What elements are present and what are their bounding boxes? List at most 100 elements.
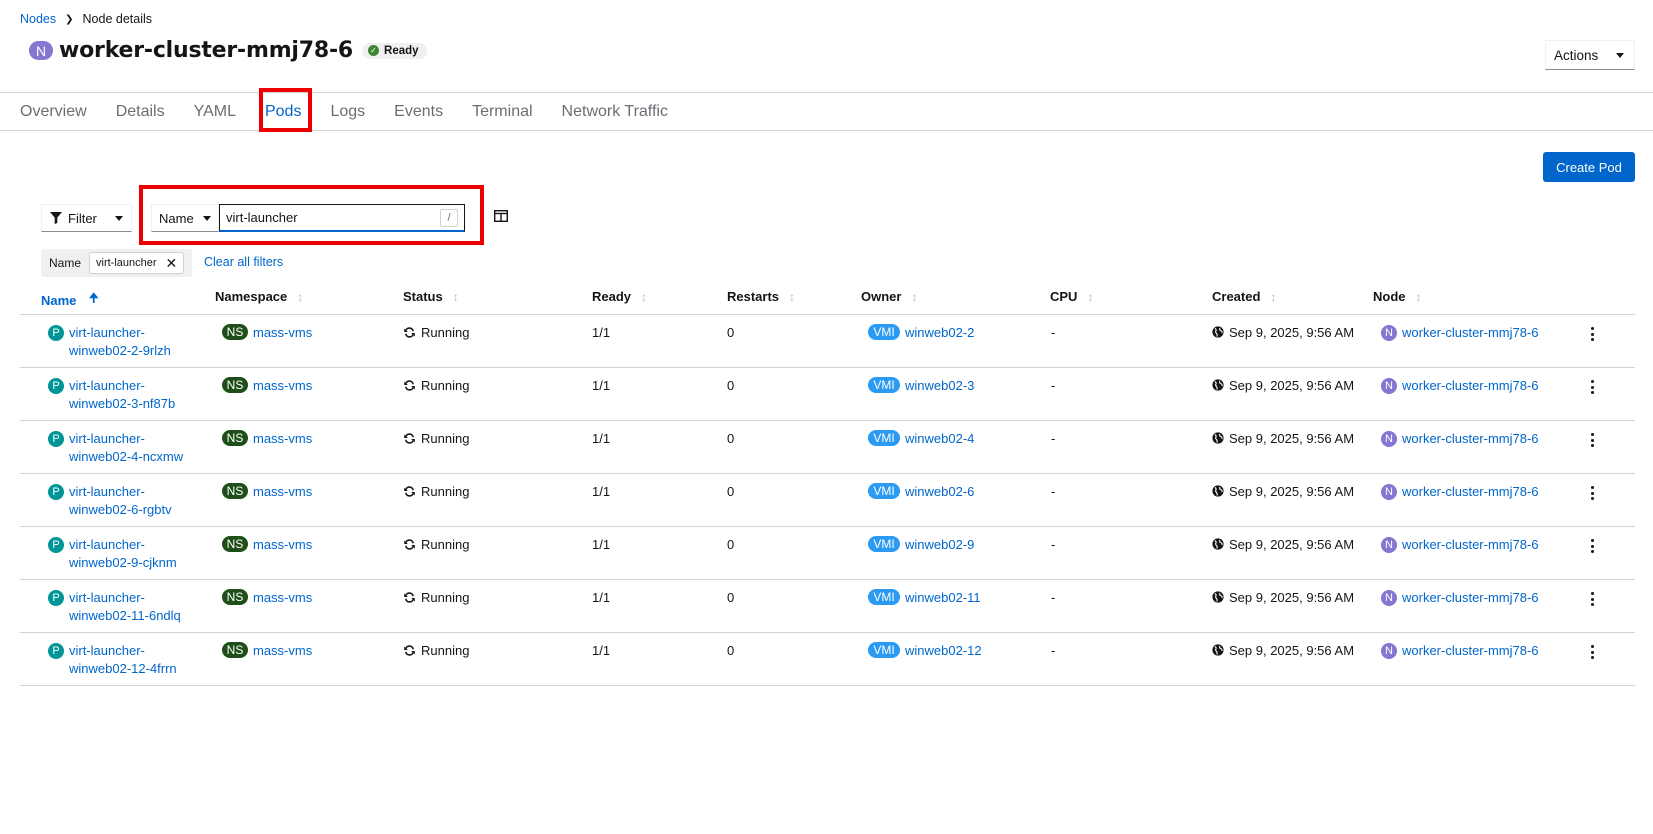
pod-badge: P (48, 590, 64, 606)
tab-overview[interactable]: Overview (20, 93, 87, 130)
column-header-ready[interactable]: Ready ↕ (592, 289, 647, 304)
pod-badge: P (48, 484, 64, 500)
tab-pods[interactable]: Pods (264, 93, 302, 131)
kebab-icon[interactable] (1589, 592, 1595, 606)
namespace-link[interactable]: mass-vms (253, 431, 312, 446)
column-header-node[interactable]: Node ↕ (1373, 289, 1422, 304)
tab-details[interactable]: Details (116, 93, 165, 130)
pod-name-link[interactable]: virt-launcher-winweb02-2-9rlzh (69, 324, 189, 360)
globe-icon (1212, 326, 1224, 338)
namespace-link[interactable]: mass-vms (253, 325, 312, 340)
cell-name: P virt-launcher-winweb02-12-4frrn (48, 642, 189, 678)
cell-status: Running (403, 430, 469, 448)
pod-name-link[interactable]: virt-launcher-winweb02-6-rgbtv (69, 483, 189, 519)
column-header-restarts[interactable]: Restarts ↕ (727, 289, 795, 304)
namespace-link[interactable]: mass-vms (253, 484, 312, 499)
cell-namespace: NS mass-vms (222, 642, 312, 660)
vmi-badge: VMI (868, 536, 900, 552)
created-text: Sep 9, 2025, 9:56 AM (1229, 431, 1355, 446)
owner-link[interactable]: winweb02-12 (905, 643, 982, 658)
created-text: Sep 9, 2025, 9:56 AM (1229, 378, 1355, 393)
globe-icon (1212, 591, 1224, 603)
kebab-icon[interactable] (1589, 645, 1595, 659)
cell-cpu: - (1051, 378, 1056, 393)
column-header-status[interactable]: Status ↕ (403, 289, 459, 304)
kebab-icon[interactable] (1589, 539, 1595, 553)
namespace-link[interactable]: mass-vms (253, 537, 312, 552)
namespace-badge: NS (222, 430, 248, 446)
column-label: Restarts (727, 289, 780, 304)
cell-created: Sep 9, 2025, 9:56 AM (1212, 642, 1354, 660)
node-link[interactable]: worker-cluster-mmj78-6 (1402, 378, 1539, 393)
close-icon[interactable]: ✕ (166, 255, 178, 272)
column-header-namespace[interactable]: Namespace ↕ (215, 289, 303, 304)
pod-name-link[interactable]: virt-launcher-winweb02-12-4frrn (69, 642, 189, 678)
sync-icon (404, 380, 415, 391)
cell-node: Nworker-cluster-mmj78-6 (1381, 430, 1539, 448)
node-badge: N (1381, 484, 1397, 500)
owner-link[interactable]: winweb02-11 (905, 590, 981, 605)
sync-icon (404, 327, 415, 338)
namespace-link[interactable]: mass-vms (253, 643, 312, 658)
owner-link[interactable]: winweb02-6 (905, 484, 974, 499)
namespace-link[interactable]: mass-vms (253, 590, 312, 605)
create-pod-button[interactable]: Create Pod (1543, 152, 1635, 182)
tab-logs[interactable]: Logs (330, 93, 365, 130)
cell-restarts: 0 (727, 484, 735, 499)
cell-name: P virt-launcher-winweb02-11-6ndlq (48, 589, 189, 625)
vmi-badge: VMI (868, 642, 900, 658)
pod-name-link[interactable]: virt-launcher-winweb02-3-nf87b (69, 377, 189, 413)
tab-network-traffic[interactable]: Network Traffic (562, 93, 668, 130)
pod-name-link[interactable]: virt-launcher-winweb02-9-cjknm (69, 536, 189, 572)
cell-owner: VMI winweb02-12 (868, 642, 982, 660)
caret-down-icon (115, 215, 123, 221)
namespace-link[interactable]: mass-vms (253, 378, 312, 393)
column-header-name[interactable]: Name 🠉 (41, 289, 99, 311)
columns-icon[interactable] (494, 210, 508, 222)
chevron-right-icon: ❯ (65, 13, 74, 25)
column-header-owner[interactable]: Owner ↕ (861, 289, 917, 304)
owner-link[interactable]: winweb02-9 (905, 537, 974, 552)
search-shortcut-hint: / (440, 208, 458, 227)
filter-dropdown[interactable]: Filter (41, 204, 132, 232)
kebab-icon[interactable] (1589, 486, 1595, 500)
breadcrumb-nodes-link[interactable]: Nodes (20, 12, 56, 26)
node-link[interactable]: worker-cluster-mmj78-6 (1402, 590, 1539, 605)
clear-all-filters-link[interactable]: Clear all filters (204, 255, 283, 269)
owner-link[interactable]: winweb02-2 (905, 325, 974, 340)
kebab-icon[interactable] (1589, 433, 1595, 447)
column-header-cpu[interactable]: CPU ↕ (1050, 289, 1093, 304)
pod-badge: P (48, 431, 64, 447)
node-badge: N (1381, 378, 1397, 394)
node-link[interactable]: worker-cluster-mmj78-6 (1402, 537, 1539, 552)
tab-events[interactable]: Events (394, 93, 443, 130)
owner-link[interactable]: winweb02-4 (905, 431, 974, 446)
kebab-icon[interactable] (1589, 380, 1595, 394)
node-badge: N (1381, 431, 1397, 447)
sync-icon (404, 592, 415, 603)
pod-badge: P (48, 537, 64, 553)
node-link[interactable]: worker-cluster-mmj78-6 (1402, 431, 1539, 446)
tab-yaml[interactable]: YAML (194, 93, 236, 130)
cell-node: Nworker-cluster-mmj78-6 (1381, 536, 1539, 554)
cell-owner: VMI winweb02-6 (868, 483, 974, 501)
owner-link[interactable]: winweb02-3 (905, 378, 974, 393)
node-link[interactable]: worker-cluster-mmj78-6 (1402, 643, 1539, 658)
pod-name-link[interactable]: virt-launcher-winweb02-11-6ndlq (69, 589, 189, 625)
cell-restarts: 0 (727, 590, 735, 605)
tab-bar: Overview Details YAML Pods Logs Events T… (0, 92, 1653, 131)
pod-name-link[interactable]: virt-launcher-winweb02-4-ncxmw (69, 430, 189, 466)
filter-attribute-select[interactable]: Name (151, 204, 219, 232)
kebab-icon[interactable] (1589, 327, 1595, 341)
name-filter-input[interactable] (220, 205, 440, 230)
column-header-created[interactable]: Created ↕ (1212, 289, 1276, 304)
node-link[interactable]: worker-cluster-mmj78-6 (1402, 325, 1539, 340)
globe-icon (1212, 485, 1224, 497)
cell-name: P virt-launcher-winweb02-6-rgbtv (48, 483, 189, 519)
actions-dropdown[interactable]: Actions (1545, 40, 1635, 70)
caret-down-icon (1616, 52, 1624, 58)
filter-chip: virt-launcher ✕ (89, 252, 185, 274)
node-link[interactable]: worker-cluster-mmj78-6 (1402, 484, 1539, 499)
cell-created: Sep 9, 2025, 9:56 AM (1212, 589, 1354, 607)
tab-terminal[interactable]: Terminal (472, 93, 532, 130)
